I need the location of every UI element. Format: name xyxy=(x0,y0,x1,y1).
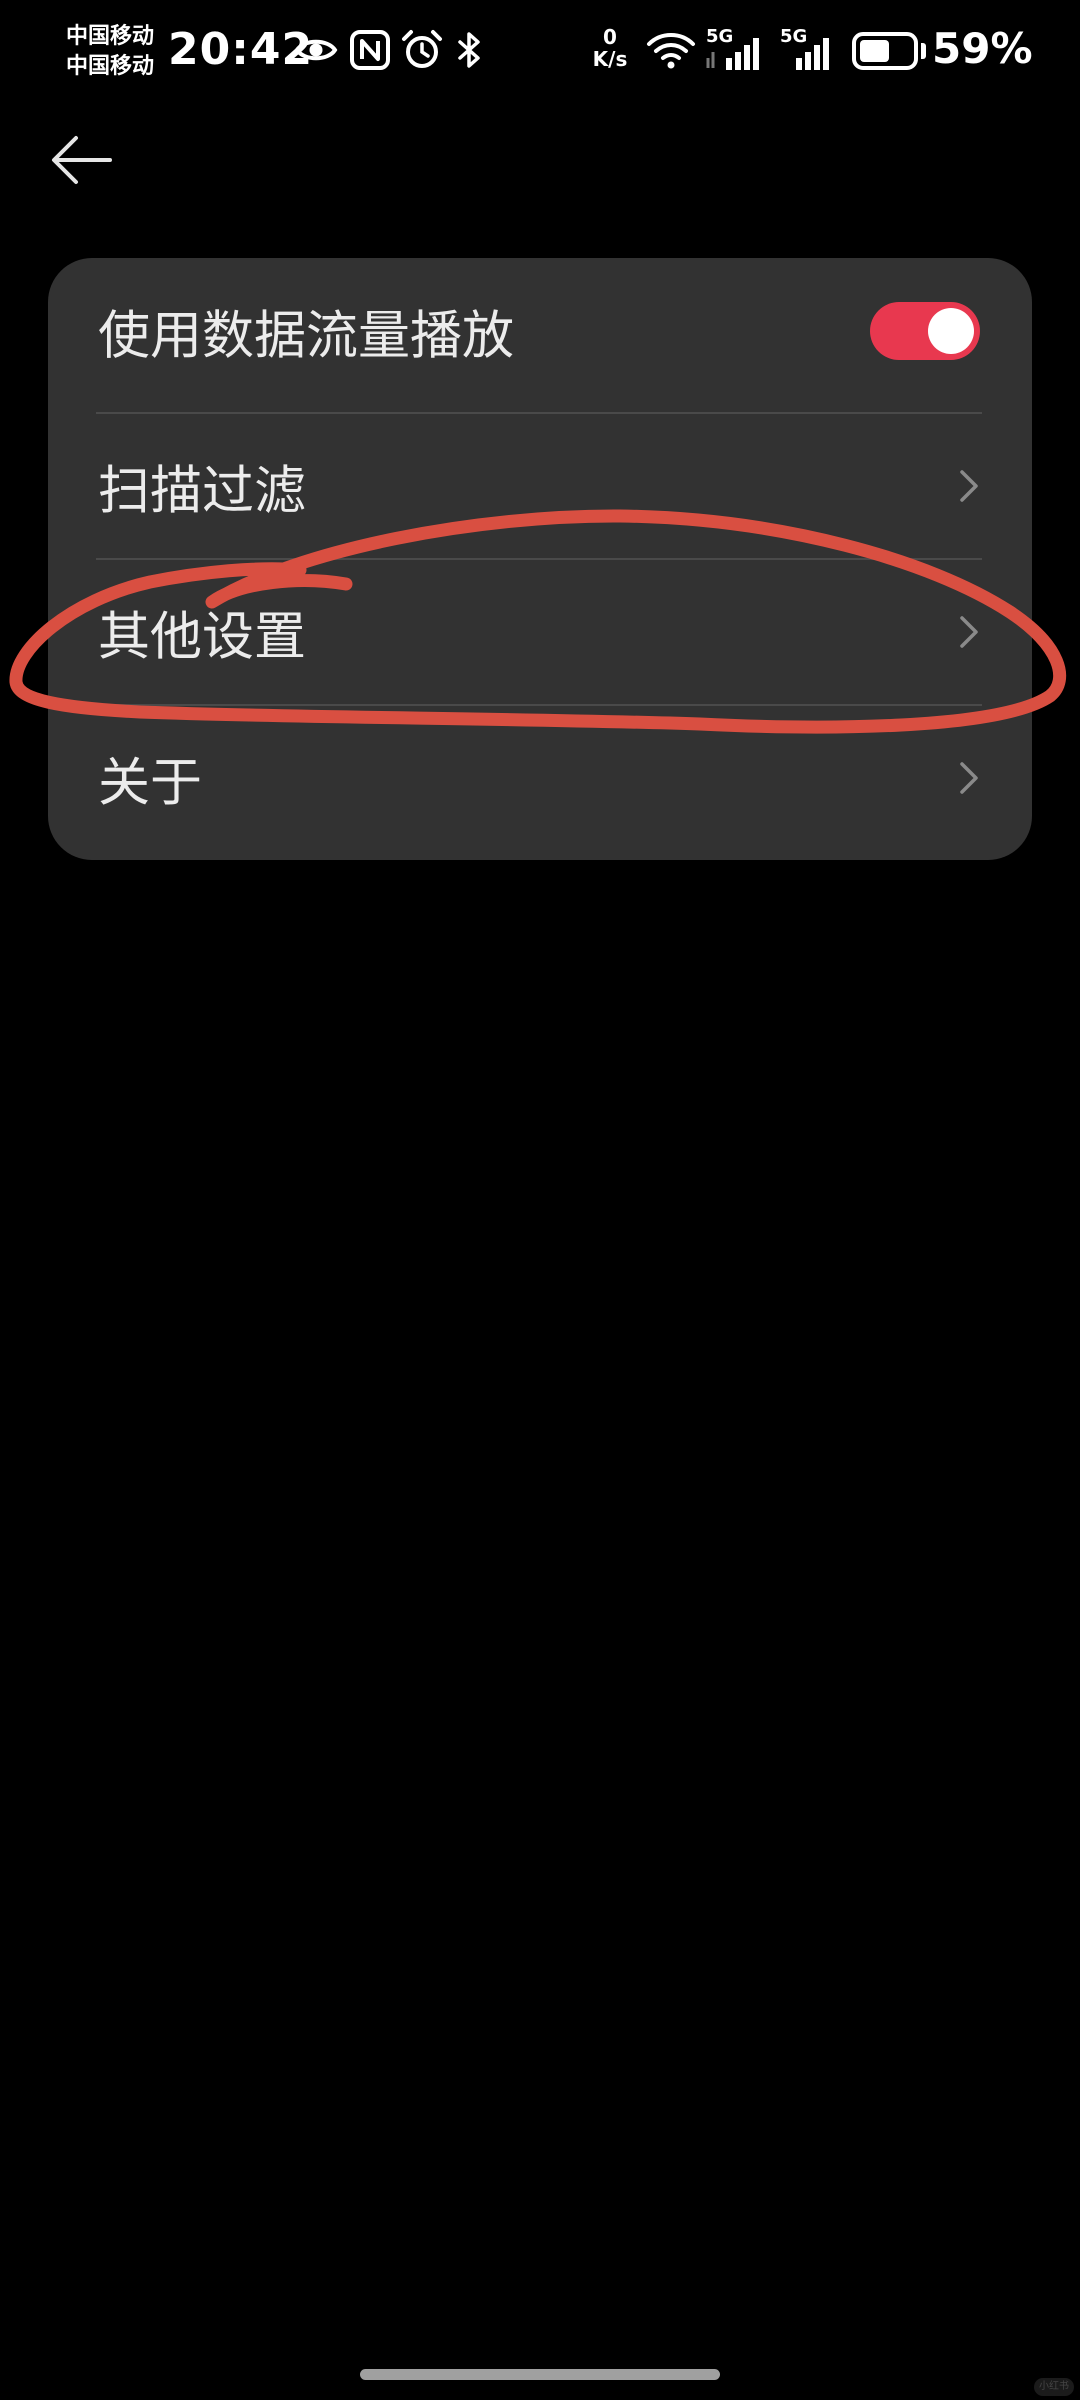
battery-percent: 59% xyxy=(932,24,1033,73)
setting-item-label: 扫描过滤 xyxy=(98,461,307,521)
mobile-data-playback-toggle[interactable] xyxy=(870,301,980,360)
setting-item-label: 使用数据流量播放 xyxy=(98,306,515,366)
arrow-left-icon xyxy=(52,136,112,184)
status-bar: 中国移动 中国移动 20:42 0 K/s 5G 5G 59% xyxy=(0,0,1080,110)
clock: 20:42 xyxy=(168,24,314,75)
setting-item-scan-filter[interactable]: 扫描过滤 xyxy=(48,413,1032,558)
setting-item-label: 其他设置 xyxy=(98,607,307,667)
battery-icon xyxy=(852,32,918,70)
setting-item-other-settings[interactable]: 其他设置 xyxy=(48,559,1032,704)
network-speed: 0 K/s xyxy=(588,26,632,70)
setting-item-label: 关于 xyxy=(98,753,203,813)
setting-item-mobile-data-playback[interactable]: 使用数据流量播放 xyxy=(48,258,1032,403)
battery-terminal xyxy=(921,43,926,59)
setting-item-about[interactable]: 关于 xyxy=(48,705,1032,850)
wifi-icon xyxy=(647,33,695,69)
carrier-info: 中国移动 中国移动 xyxy=(66,22,154,82)
signal-icon xyxy=(706,38,759,70)
chevron-right-icon xyxy=(960,469,978,502)
watermark-logo: 小红书 xyxy=(1034,2378,1074,2396)
home-indicator[interactable] xyxy=(360,2369,720,2380)
toggle-knob xyxy=(928,307,974,354)
nfc-icon xyxy=(350,30,390,70)
carrier-name-1: 中国移动 xyxy=(66,24,155,49)
network-speed-value: 0 xyxy=(603,25,617,49)
bluetooth-icon xyxy=(458,32,480,68)
alarm-icon xyxy=(402,30,442,68)
eye-icon xyxy=(294,39,338,61)
screen: 中国移动 中国移动 20:42 0 K/s 5G 5G 59% 使用数据流量播放… xyxy=(0,0,1080,2400)
signal-icon xyxy=(796,38,829,70)
back-button[interactable] xyxy=(38,118,128,208)
chevron-right-icon xyxy=(960,761,978,794)
settings-card: 使用数据流量播放 扫描过滤 其他设置 关于 xyxy=(48,258,1032,860)
chevron-right-icon xyxy=(960,615,978,648)
carrier-name-2: 中国移动 xyxy=(66,54,155,79)
network-speed-unit: K/s xyxy=(592,47,628,71)
battery-level xyxy=(860,40,890,62)
